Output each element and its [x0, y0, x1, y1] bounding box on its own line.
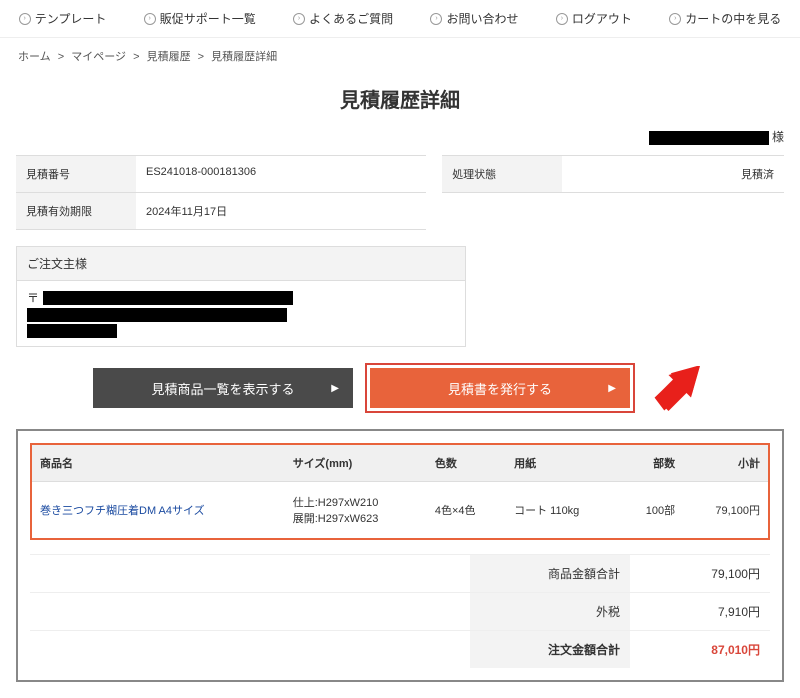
crumb-detail: 見積履歴詳細	[211, 51, 277, 63]
breadcrumb: ホーム > マイページ > 見積履歴 > 見積履歴詳細	[0, 38, 800, 74]
orderer-addr-redacted	[27, 308, 287, 322]
crumb-sep: >	[58, 51, 64, 63]
page-title: 見積履歴詳細	[0, 84, 800, 113]
chevron-icon: ›	[669, 13, 681, 25]
total-value: 87,010円	[630, 631, 770, 668]
cell-qty: 100部	[620, 482, 683, 539]
cell-paper: コート 110kg	[506, 482, 620, 539]
nav-label: 販促サポート一覧	[160, 10, 256, 27]
total-row-order: 注文金額合計 87,010円	[30, 630, 770, 668]
th-colors: 色数	[427, 445, 506, 482]
chevron-icon: ›	[144, 13, 156, 25]
info-row: 見積番号 ES241018-000181306 見積有効期限 2024年11月1…	[0, 155, 800, 230]
kv-status: 処理状態 見積済	[442, 155, 784, 193]
cell-size: 仕上:H297xW210 展開:H297xW623	[285, 482, 427, 539]
label: 見積有効期限	[16, 193, 136, 229]
table-row: 巻き三つフチ糊圧着DM A4サイズ 仕上:H297xW210 展開:H297xW…	[32, 482, 768, 539]
orderer-heading: ご注文主様	[17, 247, 465, 281]
customer-name-line: 様	[0, 128, 800, 145]
th-size: サイズ(mm)	[285, 445, 427, 482]
nav-support[interactable]: › 販促サポート一覧	[144, 10, 256, 27]
th-name: 商品名	[32, 445, 285, 482]
total-row-tax: 外税 7,910円	[30, 592, 770, 630]
total-label: 注文金額合計	[470, 631, 630, 668]
totals: 商品金額合計 79,100円 外税 7,910円 注文金額合計 87,010円	[30, 554, 770, 668]
annotation-arrow	[647, 366, 707, 411]
info-right: 処理状態 見積済	[442, 155, 784, 230]
nav-contact[interactable]: › お問い合わせ	[430, 10, 518, 27]
button-row: 見積商品一覧を表示する ▶ 見積書を発行する ▶	[0, 357, 800, 429]
kv-estimate-no: 見積番号 ES241018-000181306	[16, 155, 426, 193]
chevron-icon: ›	[19, 13, 31, 25]
triangle-icon: ▶	[608, 383, 616, 394]
issue-estimate-button[interactable]: 見積書を発行する ▶	[370, 368, 630, 408]
crumb-home[interactable]: ホーム	[18, 51, 51, 63]
customer-name-redacted	[649, 131, 769, 145]
customer-suffix: 様	[772, 130, 784, 144]
total-label: 商品金額合計	[470, 555, 630, 592]
th-paper: 用紙	[506, 445, 620, 482]
chevron-icon: ›	[293, 13, 305, 25]
nav-label: テンプレート	[35, 10, 107, 27]
info-left: 見積番号 ES241018-000181306 見積有効期限 2024年11月1…	[16, 155, 426, 230]
product-table: 商品名 サイズ(mm) 色数 用紙 部数 小計 巻き三つフチ糊圧着DM A4サイ…	[32, 445, 768, 538]
cell-colors: 4色×4色	[427, 482, 506, 539]
th-qty: 部数	[620, 445, 683, 482]
nav-template[interactable]: › テンプレート	[19, 10, 107, 27]
value: ES241018-000181306	[136, 156, 426, 192]
button-label: 見積商品一覧を表示する	[151, 379, 294, 398]
label: 処理状態	[442, 156, 562, 192]
orderer-name-redacted	[27, 324, 117, 338]
th-subtotal: 小計	[683, 445, 768, 482]
product-table-highlight-frame: 商品名 サイズ(mm) 色数 用紙 部数 小計 巻き三つフチ糊圧着DM A4サイ…	[30, 443, 770, 540]
total-label: 外税	[470, 593, 630, 630]
show-list-button[interactable]: 見積商品一覧を表示する ▶	[93, 368, 353, 408]
table-header-row: 商品名 サイズ(mm) 色数 用紙 部数 小計	[32, 445, 768, 482]
size-line: 展開:H297xW623	[293, 510, 419, 526]
kv-valid-until: 見積有効期限 2024年11月17日	[16, 193, 426, 230]
top-nav: › テンプレート › 販促サポート一覧 › よくあるご質問 › お問い合わせ › ログアウ…	[0, 0, 800, 38]
value: 見積済	[562, 156, 784, 192]
cell-subtotal: 79,100円	[683, 482, 768, 539]
button-label: 見積書を発行する	[448, 379, 552, 398]
details-panel: 商品名 サイズ(mm) 色数 用紙 部数 小計 巻き三つフチ糊圧着DM A4サイ…	[16, 429, 784, 682]
postal-mark: 〒	[27, 289, 39, 306]
nav-label: お問い合わせ	[446, 10, 518, 27]
orderer-body: 〒	[17, 281, 465, 346]
nav-cart[interactable]: › カートの中を見る	[669, 10, 781, 27]
issue-button-highlight-frame: 見積書を発行する ▶	[365, 363, 635, 413]
total-value: 79,100円	[630, 555, 770, 592]
label: 見積番号	[16, 156, 136, 192]
orderer-postal-redacted	[43, 291, 293, 305]
crumb-sep: >	[133, 51, 139, 63]
total-value: 7,910円	[630, 593, 770, 630]
value: 2024年11月17日	[136, 193, 426, 229]
nav-logout[interactable]: › ログアウト	[556, 10, 632, 27]
crumb-mypage[interactable]: マイページ	[71, 51, 126, 63]
nav-label: ログアウト	[572, 10, 632, 27]
arrow-icon	[650, 366, 705, 411]
size-line: 仕上:H297xW210	[293, 494, 419, 510]
crumb-sep: >	[198, 51, 204, 63]
triangle-icon: ▶	[331, 383, 339, 394]
orderer-box: ご注文主様 〒	[16, 246, 466, 347]
chevron-icon: ›	[430, 13, 442, 25]
nav-label: よくあるご質問	[309, 10, 393, 27]
nav-label: カートの中を見る	[685, 10, 781, 27]
total-row-goods: 商品金額合計 79,100円	[30, 554, 770, 592]
nav-faq[interactable]: › よくあるご質問	[293, 10, 393, 27]
cell-product-name[interactable]: 巻き三つフチ糊圧着DM A4サイズ	[32, 482, 285, 539]
chevron-icon: ›	[556, 13, 568, 25]
crumb-history[interactable]: 見積履歴	[147, 51, 191, 63]
